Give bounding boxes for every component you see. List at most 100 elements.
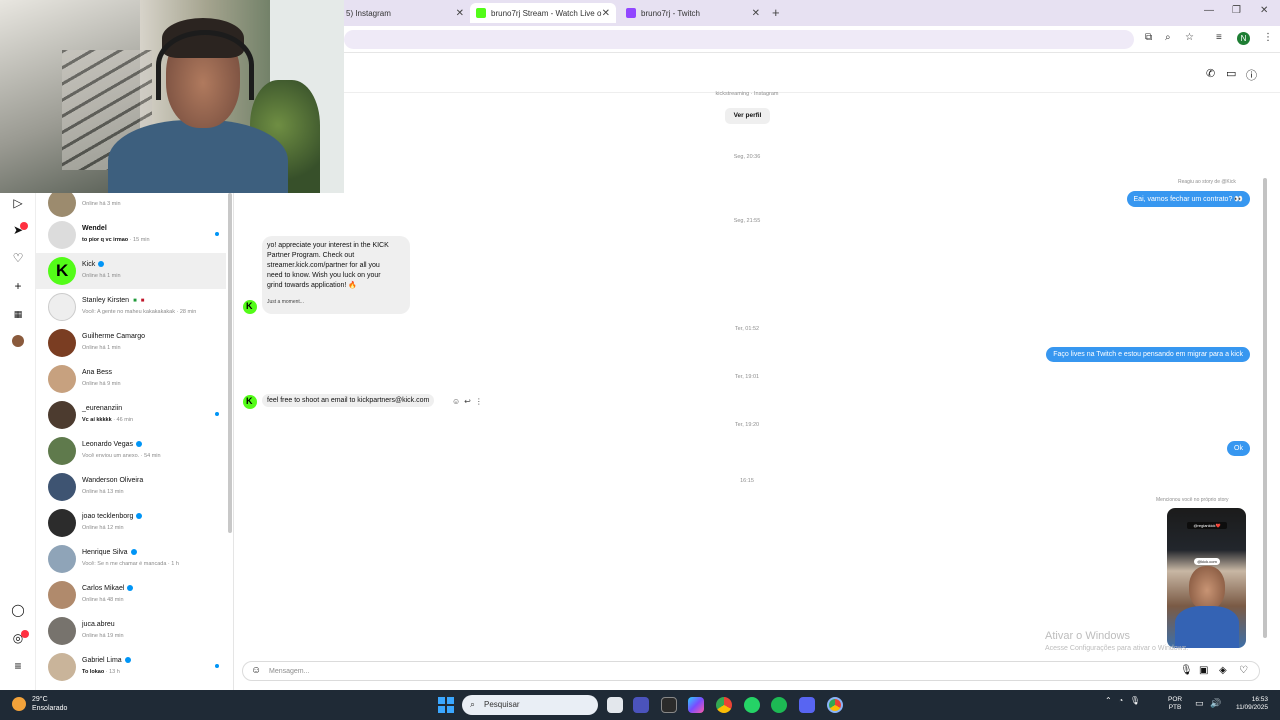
list-item[interactable]: joao tecklenborg Online há 12 min	[36, 505, 226, 541]
message-input[interactable]	[269, 665, 969, 677]
verified-badge-icon	[136, 513, 143, 520]
task-view-icon[interactable]	[607, 697, 623, 713]
avatar	[48, 401, 76, 429]
more-options-icon[interactable]: ⋮	[475, 397, 487, 406]
windows-start-icon[interactable]	[438, 697, 454, 713]
minimize-button[interactable]: —	[1204, 5, 1214, 16]
close-tab-icon[interactable]: ✕	[456, 8, 464, 19]
timestamp: 16:15	[740, 478, 754, 484]
zoom-icon[interactable]: ⌕	[1165, 32, 1171, 43]
avatar	[48, 293, 76, 321]
outgoing-message[interactable]: Ok	[1227, 441, 1250, 456]
avatar	[48, 617, 76, 645]
teams-icon[interactable]	[633, 697, 649, 713]
incoming-message-card[interactable]: yo! appreciate your interest in the KICK…	[262, 236, 410, 314]
view-profile-button[interactable]: Ver perfil	[725, 108, 770, 124]
copilot-icon[interactable]	[688, 697, 704, 713]
verified-badge-icon	[127, 585, 134, 592]
bookmark-star-icon[interactable]: ☆	[1185, 32, 1194, 43]
close-tab-icon[interactable]: ✕	[752, 8, 760, 19]
threads-icon[interactable]: ◯	[11, 603, 25, 617]
weather-widget[interactable]: 29°C Ensolarado	[12, 695, 67, 713]
react-emoji-icon[interactable]: ☺	[452, 397, 464, 406]
url-input[interactable]	[344, 30, 1134, 49]
video-call-icon[interactable]: ▭	[1226, 67, 1236, 80]
whatsapp-icon[interactable]	[744, 697, 760, 713]
phone-call-icon[interactable]: ✆	[1206, 67, 1215, 80]
list-item[interactable]: Guilherme Camargo Online há 1 min	[36, 325, 226, 361]
create-icon[interactable]: +	[11, 279, 25, 293]
headset-icon	[156, 30, 254, 100]
system-tray[interactable]: ⌃ ◔ 🎙	[1105, 696, 1140, 705]
volume-icon[interactable]: 🔊	[1210, 698, 1221, 709]
webcam-overlay	[0, 0, 344, 193]
conversation-scrollbar[interactable]	[228, 193, 232, 533]
notification-badge	[20, 222, 28, 230]
language-indicator[interactable]: POR PTB	[1168, 696, 1182, 712]
outgoing-message[interactable]: Eai, vamos fechar um contrato? 👀	[1126, 191, 1250, 207]
mention-label: Mencionou você no próprio story	[1156, 497, 1229, 503]
list-item[interactable]: juca.abreu Online há 19 min	[36, 613, 226, 649]
cast-icon[interactable]: ⧉	[1145, 32, 1152, 43]
close-window-button[interactable]: ✕	[1260, 5, 1268, 16]
list-item[interactable]: Stanley Kirsten ■ ■ Você: A gente no maheu…	[36, 289, 226, 325]
list-item[interactable]: Gabriel Lima To lokao · 13 h	[36, 649, 226, 685]
dashboard-icon[interactable]: ▦	[11, 307, 25, 321]
list-item[interactable]: Henrique Silva Você: Se n me chamar é ma…	[36, 541, 226, 577]
new-tab-button[interactable]: +	[772, 5, 780, 20]
avatar	[48, 581, 76, 609]
extensions-icon[interactable]: ≡	[1216, 32, 1222, 43]
timestamp: Ter, 01:52	[734, 326, 760, 332]
list-item[interactable]: Carlos Mikael Online há 48 min	[36, 577, 226, 613]
chat-scrollbar[interactable]	[1263, 178, 1267, 638]
chrome-icon[interactable]	[716, 697, 732, 713]
system-clock[interactable]: 16:53 11/09/2025	[1224, 696, 1268, 712]
avatar	[48, 365, 76, 393]
tab-twitch[interactable]: bruno7rj - Twitch ✕	[620, 3, 766, 23]
display-icon[interactable]: ▭	[1195, 698, 1204, 709]
wifi-icon[interactable]: ◔	[1118, 696, 1123, 705]
kick-avatar	[243, 395, 257, 409]
story-preview[interactable]: @regiankick❤️ @kick.com	[1167, 508, 1246, 648]
avatar	[48, 509, 76, 537]
incoming-message[interactable]: feel free to shoot an email to kickpartn…	[262, 394, 435, 407]
verified-badge-icon	[130, 549, 137, 556]
unread-dot	[215, 232, 219, 236]
link-preview-status: Just a moment...	[267, 299, 304, 305]
profile-avatar[interactable]: N	[1237, 32, 1250, 45]
tab-kick-stream[interactable]: bruno7rj Stream - Watch Live o ✕	[470, 3, 616, 23]
list-item[interactable]: Wanderson Oliveira Online há 13 min	[36, 469, 226, 505]
taskbar-search[interactable]: ⌕ Pesquisar	[462, 695, 598, 715]
maximize-button[interactable]: ❐	[1232, 5, 1241, 16]
sticker-icon[interactable]: ◈	[1219, 665, 1227, 676]
list-item[interactable]: _eurenanziin Vc aí kkkkk · 46 min	[36, 397, 226, 433]
spotify-icon[interactable]	[771, 697, 787, 713]
twitch-favicon-icon	[626, 8, 636, 18]
outgoing-message[interactable]: Faço lives na Twitch e estou pensando em…	[1046, 347, 1250, 362]
list-item-active[interactable]: K Kick Online há 1 min	[36, 253, 226, 289]
emoji-icon[interactable]: ☺	[251, 665, 261, 676]
like-heart-icon[interactable]: ♡	[1239, 665, 1248, 676]
discord-icon[interactable]	[799, 697, 815, 713]
image-icon[interactable]: ▣	[1199, 665, 1208, 676]
chevron-up-icon[interactable]: ⌃	[1105, 696, 1112, 705]
info-icon[interactable]: ⓘ	[1246, 67, 1257, 83]
list-item[interactable]: Leonardo Vegas Você enviou um anexo. · 5…	[36, 433, 226, 469]
avatar	[48, 193, 76, 217]
browser-menu-icon[interactable]: ⋮	[1263, 32, 1273, 43]
reply-icon[interactable]: ↩	[464, 397, 475, 406]
kick-avatar: K	[48, 257, 76, 285]
profile-avatar[interactable]	[12, 335, 24, 347]
github-icon[interactable]	[661, 697, 677, 713]
chrome-active-icon[interactable]	[827, 697, 843, 713]
microphone-icon[interactable]: 🎙	[1180, 665, 1193, 676]
microphone-icon[interactable]: 🎙	[1130, 696, 1140, 705]
notifications-heart-icon[interactable]: ♡	[11, 251, 25, 265]
close-tab-icon[interactable]: ✕	[602, 8, 610, 19]
tab-instagram[interactable]: 5) Instagram ✕	[340, 3, 470, 23]
list-item[interactable]: Ana Bess Online há 9 min	[36, 361, 226, 397]
reels-icon[interactable]: ▷	[11, 196, 25, 210]
more-menu-icon[interactable]: ≡	[11, 659, 25, 673]
chat-thread: kickstreaming · Instagram Ver perfil Seg…	[234, 88, 1260, 660]
list-item[interactable]: Wendel to pior q vc irmao · 15 min	[36, 217, 226, 253]
